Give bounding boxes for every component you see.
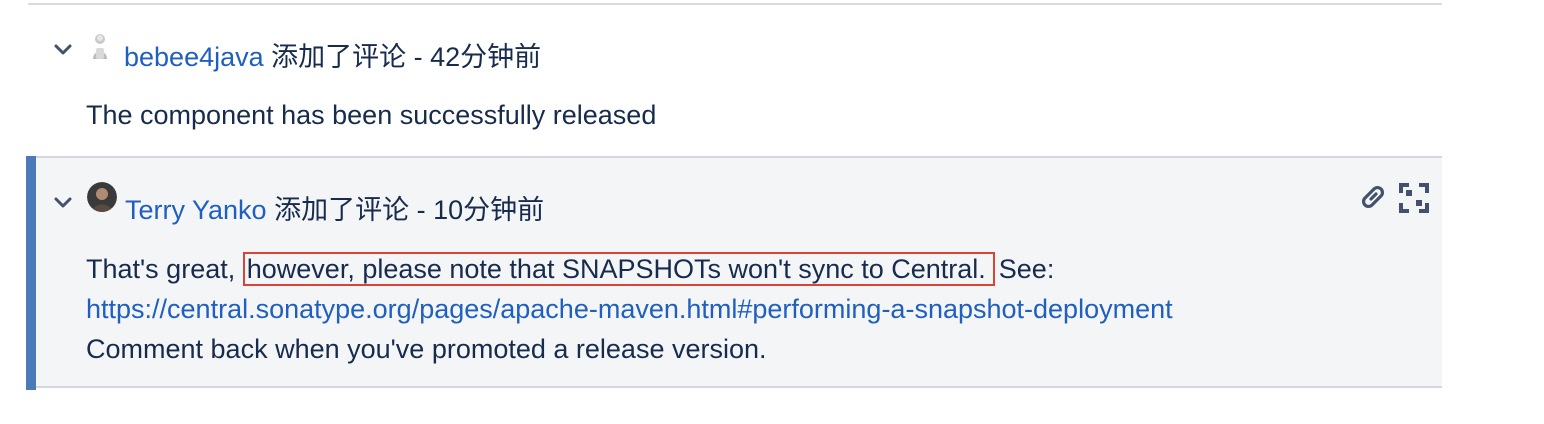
comment-meta: 添加了评论 - 42分钟前 bbox=[271, 42, 542, 72]
author-link[interactable]: Terry Yanko bbox=[125, 195, 267, 225]
avatar[interactable] bbox=[87, 182, 117, 212]
comment-body: That's great, however, please note that … bbox=[86, 249, 1173, 369]
sonatype-snapshot-link[interactable]: https://central.sonatype.org/pages/apach… bbox=[86, 294, 1173, 324]
focus-accent-bar bbox=[26, 156, 36, 390]
chevron-down-icon[interactable] bbox=[52, 39, 74, 61]
body-text-suffix: See: bbox=[998, 254, 1055, 284]
body-line-2: https://central.sonatype.org/pages/apach… bbox=[86, 289, 1173, 329]
avatar[interactable] bbox=[86, 31, 116, 61]
comment-header: bebee4java 添加了评论 - 42分钟前 bbox=[124, 35, 541, 74]
author-link[interactable]: bebee4java bbox=[124, 42, 264, 72]
chevron-down-icon[interactable] bbox=[52, 192, 74, 214]
fullscreen-icon[interactable] bbox=[1396, 180, 1432, 216]
highlighted-text: however, please note that SNAPSHOTs won'… bbox=[242, 252, 995, 286]
body-line-3: Comment back when you've promoted a rele… bbox=[86, 334, 767, 364]
link-icon[interactable] bbox=[1356, 180, 1390, 214]
comment-body: The component has been successfully rele… bbox=[86, 100, 657, 130]
body-line-1: That's great, however, please note that … bbox=[86, 249, 1173, 289]
comment-meta: 添加了评论 - 10分钟前 bbox=[274, 195, 545, 225]
comment-item-focused: Terry Yanko 添加了评论 - 10分钟前 That's great, … bbox=[26, 156, 1442, 390]
comment-header: Terry Yanko 添加了评论 - 10分钟前 bbox=[125, 188, 544, 227]
comment-item: bebee4java 添加了评论 - 42分钟前 The component h… bbox=[26, 5, 1442, 156]
body-text-prefix: That's great, bbox=[86, 254, 236, 284]
